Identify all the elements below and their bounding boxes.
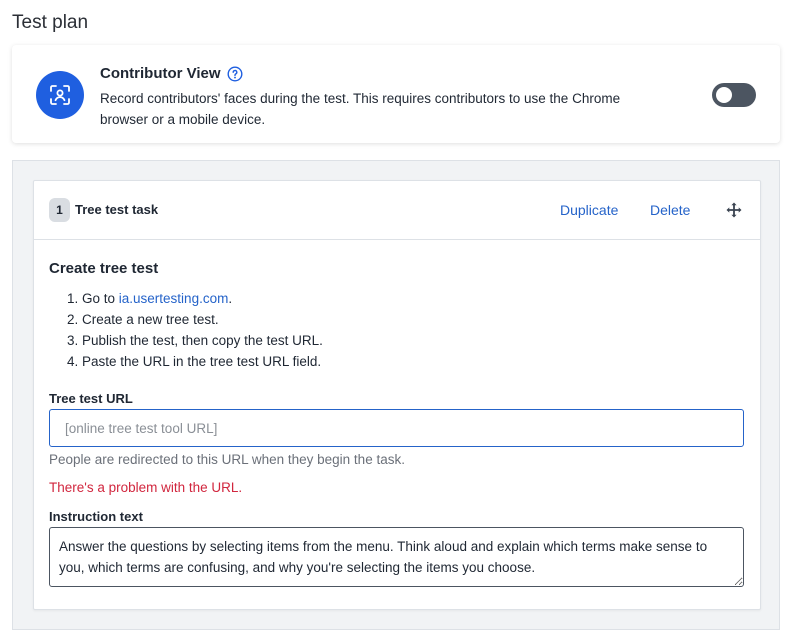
page-title: Test plan: [12, 12, 89, 33]
contributor-view-card: Contributor View Record contributors' fa…: [12, 45, 780, 143]
move-handle-icon[interactable]: [725, 201, 743, 219]
contributor-view-title: Contributor View: [100, 65, 221, 82]
task-list-container: 1 Tree test task Duplicate Delete Create…: [12, 160, 780, 630]
instructions-list: 1. Go to ia.usertesting.com. 2. Create a…: [67, 288, 323, 372]
url-error-message: There's a problem with the URL.: [49, 480, 243, 495]
list-item: 1. Go to ia.usertesting.com.: [67, 288, 323, 309]
section-title: Create tree test: [49, 260, 159, 277]
tree-test-url-label: Tree test URL: [49, 391, 133, 406]
contributor-view-toggle[interactable]: [712, 83, 756, 107]
tree-test-url-input[interactable]: [49, 409, 744, 447]
list-item: 2. Create a new tree test.: [67, 312, 219, 327]
task-header: 1 Tree test task Duplicate Delete: [34, 181, 760, 240]
task-card: 1 Tree test task Duplicate Delete Create…: [33, 180, 761, 610]
duplicate-button[interactable]: Duplicate: [560, 202, 618, 218]
url-help-text: People are redirected to this URL when t…: [49, 452, 405, 467]
contributor-view-title-row: Contributor View: [100, 65, 243, 82]
task-number-badge: 1: [49, 198, 70, 222]
instruction-text-field[interactable]: Answer the questions by selecting items …: [49, 527, 744, 587]
delete-button[interactable]: Delete: [650, 202, 690, 218]
help-circle-icon[interactable]: [227, 65, 243, 82]
list-item: 4. Paste the URL in the tree test URL fi…: [67, 354, 322, 369]
toggle-knob: [716, 87, 732, 103]
list-item: 3. Publish the test, then copy the test …: [67, 333, 323, 348]
usertesting-link[interactable]: ia.usertesting.com: [119, 291, 229, 306]
face-scan-icon: [36, 71, 84, 119]
step-1-suffix: .: [228, 291, 233, 306]
instruction-text-label: Instruction text: [49, 509, 143, 524]
step-1-prefix: 1. Go to: [67, 291, 119, 306]
task-name: Tree test task: [75, 202, 159, 217]
contributor-view-description: Record contributors' faces during the te…: [100, 91, 621, 127]
